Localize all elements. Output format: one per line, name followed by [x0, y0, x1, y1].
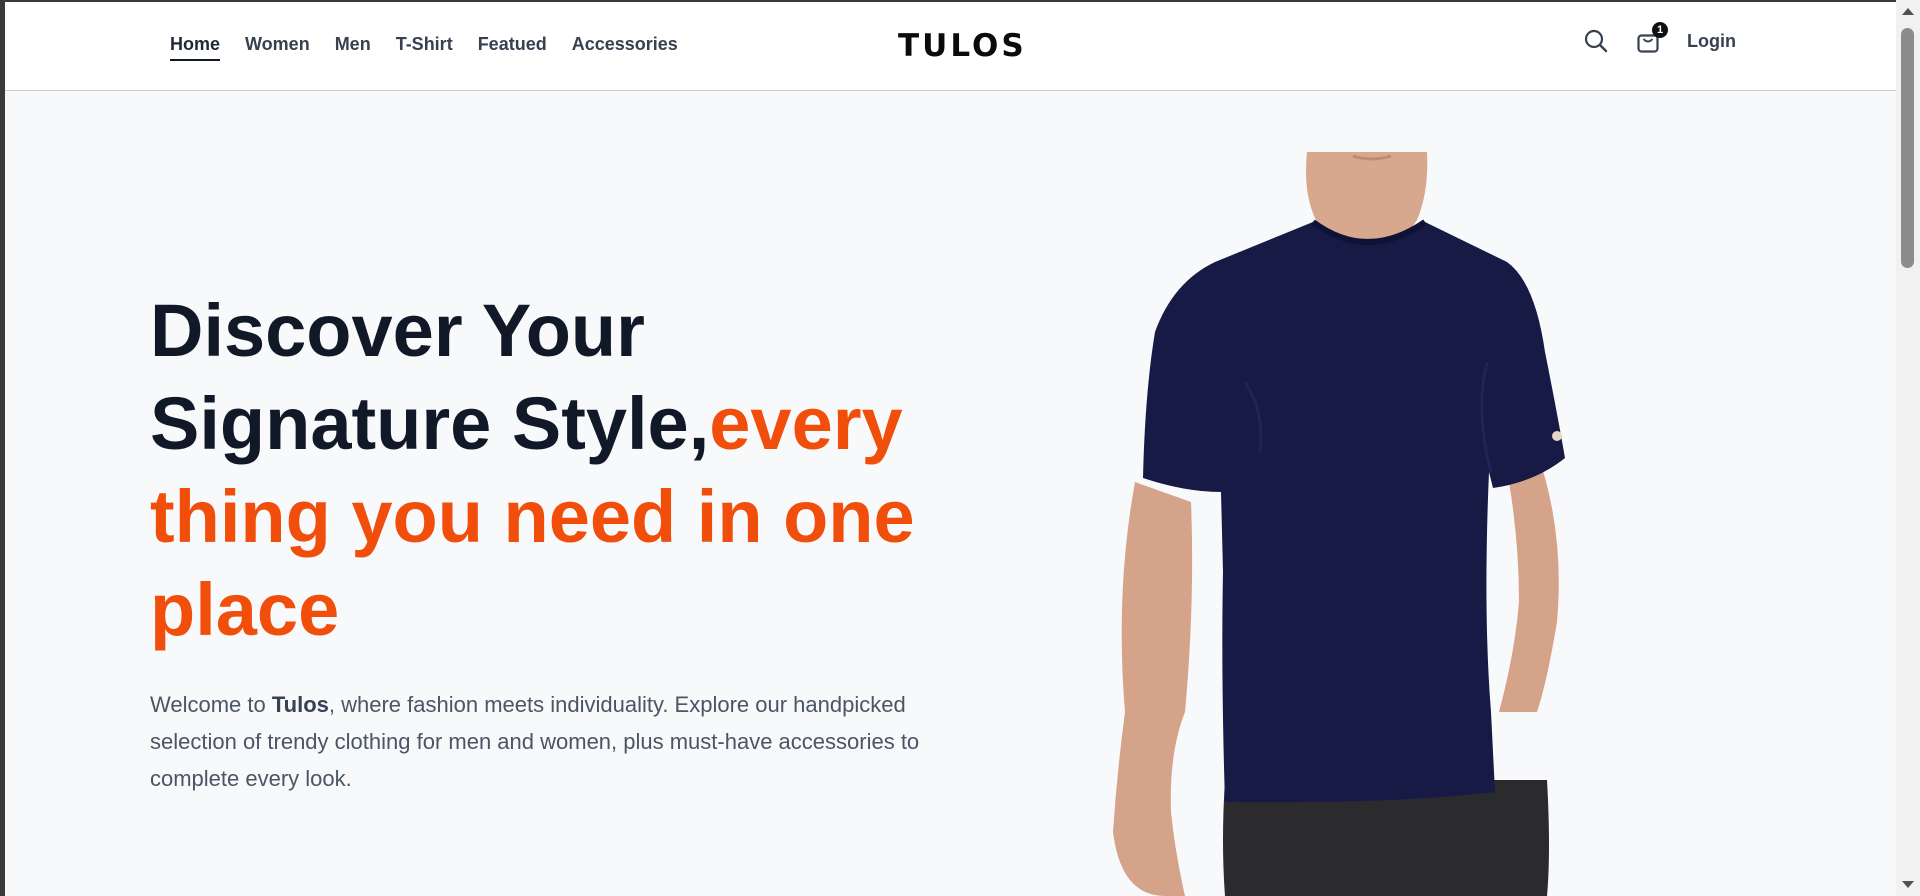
scrollbar-thumb[interactable]	[1901, 28, 1914, 268]
shopping-bag-icon[interactable]: 1	[1635, 22, 1669, 54]
scroll-up-arrow-icon[interactable]	[1902, 8, 1914, 15]
navbar: Home Women Men T-Shirt Featued Accessori…	[5, 2, 1896, 91]
nav-actions: 1 Login	[1583, 22, 1736, 54]
nav-link-home[interactable]: Home	[170, 34, 221, 61]
nav-link-women[interactable]: Women	[245, 34, 310, 61]
scrollbar[interactable]	[1896, 0, 1920, 896]
hero-desc-intro: Welcome to	[150, 692, 272, 717]
login-link[interactable]: Login	[1687, 31, 1736, 52]
nav-link-men[interactable]: Men	[335, 34, 371, 61]
hero-title: Discover Your Signature Style,every thing…	[150, 284, 950, 656]
nav-link-featured[interactable]: Featued	[478, 34, 547, 61]
page-viewport: Home Women Men T-Shirt Featued Accessori…	[5, 2, 1896, 896]
hero-description: Welcome to Tulos, where fashion meets in…	[150, 686, 940, 797]
scroll-down-arrow-icon[interactable]	[1902, 881, 1914, 888]
hero-title-line1: Discover Your	[150, 289, 645, 372]
nav-link-tshirt[interactable]: T-Shirt	[396, 34, 453, 61]
brand-logo[interactable]: TULOS	[898, 28, 1027, 64]
cart-count-badge: 1	[1652, 22, 1669, 38]
hero-desc-brand: Tulos	[271, 692, 329, 717]
hero-title-line2: Signature Style,	[150, 382, 710, 465]
main-nav: Home Women Men T-Shirt Featued Accessori…	[170, 34, 703, 61]
search-icon[interactable]	[1583, 28, 1609, 54]
nav-link-accessories[interactable]: Accessories	[572, 34, 678, 61]
hero-model-image	[1095, 152, 1655, 896]
